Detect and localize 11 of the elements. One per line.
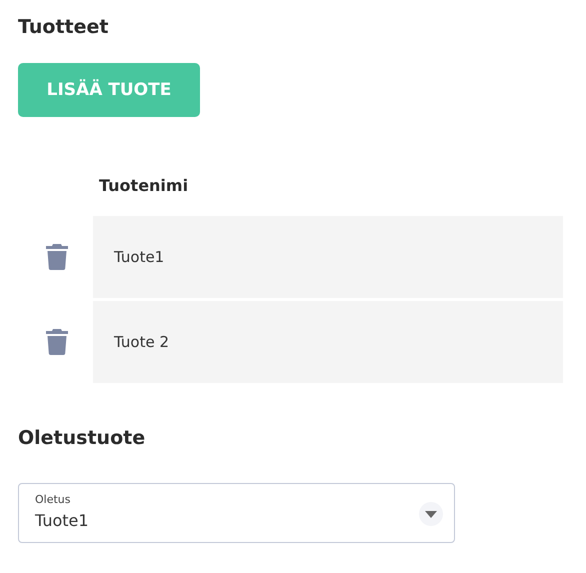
section-title: Oletustuote (18, 426, 146, 451)
section-title: Tuotteet (18, 15, 110, 40)
table-cell: Tuote 2 (93, 301, 563, 383)
delete-icon[interactable] (46, 244, 68, 270)
select-label: Oletus (35, 493, 72, 507)
select-value: Tuote1 (35, 510, 89, 532)
dropdown-caret-icon[interactable] (419, 502, 443, 526)
table-cell: Tuote1 (93, 216, 563, 298)
delete-icon[interactable] (46, 329, 68, 355)
default-product-select[interactable]: Oletus Tuote1 (18, 483, 455, 543)
column-header: Tuotenimi (98, 175, 190, 197)
